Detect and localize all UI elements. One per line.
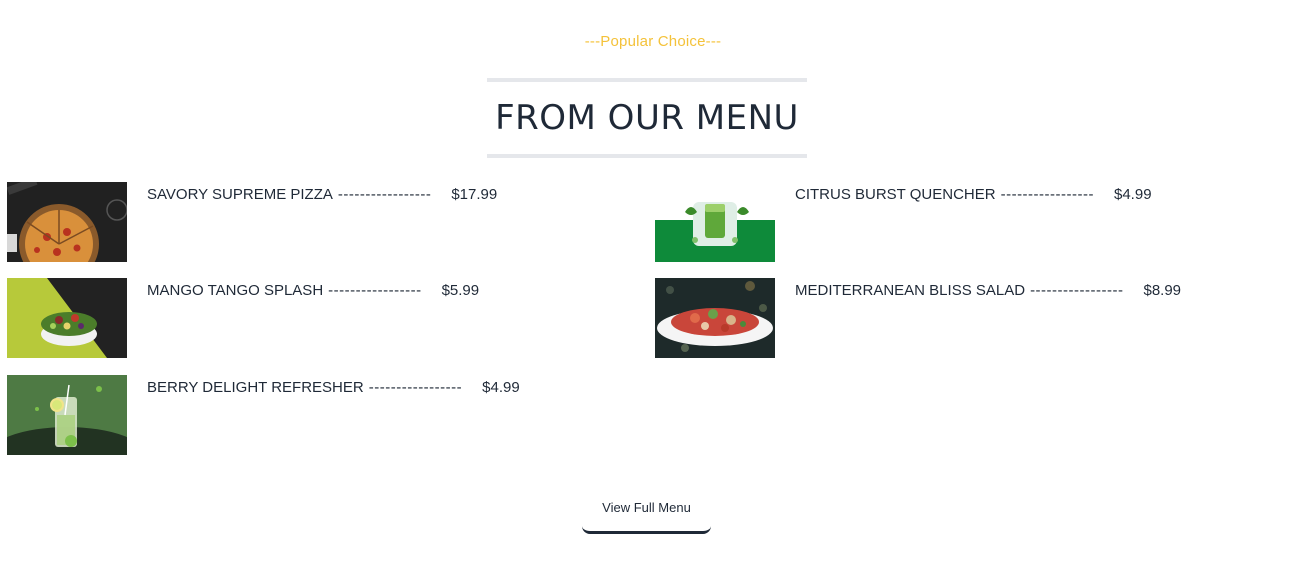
menu-item-name: CITRUS BURST QUENCHER	[795, 186, 996, 203]
menu-item-price: $5.99	[441, 282, 480, 299]
menu-item: MEDITERRANEAN BLISS SALAD --------------…	[655, 278, 1181, 358]
menu-item-name: SAVORY SUPREME PIZZA	[147, 186, 333, 203]
menu-item-price: $4.99	[482, 379, 520, 396]
menu-item-dashes: -----------------	[1030, 282, 1124, 299]
salad-plate-image	[655, 278, 775, 358]
menu-item-dashes: -----------------	[1000, 186, 1094, 203]
menu-item: MANGO TANGO SPLASH ----------------- $5.…	[7, 278, 479, 358]
menu-item: SAVORY SUPREME PIZZA ----------------- $…	[7, 182, 497, 262]
salad-bowl-image	[7, 278, 127, 358]
section-title-frame: FROM OUR MENU	[487, 78, 807, 158]
menu-item-price: $4.99	[1114, 186, 1152, 203]
menu-item-name: MANGO TANGO SPLASH	[147, 282, 324, 299]
menu-item-price: $17.99	[451, 186, 498, 203]
section-tagline: ---Popular Choice---	[584, 33, 722, 50]
menu-item-dashes: -----------------	[328, 282, 422, 299]
menu-item-dashes: -----------------	[337, 186, 432, 203]
menu-item-name: BERRY DELIGHT REFRESHER	[147, 379, 364, 396]
view-full-menu-button[interactable]: View Full Menu	[582, 490, 711, 534]
section-title: FROM OUR MENU	[495, 98, 799, 138]
menu-item-dashes: -----------------	[368, 379, 463, 396]
menu-item: BERRY DELIGHT REFRESHER ----------------…	[7, 375, 520, 455]
menu-item: CITRUS BURST QUENCHER ----------------- …	[655, 182, 1152, 262]
mojito-image	[7, 375, 127, 455]
pizza-image	[7, 182, 127, 262]
menu-item-name: MEDITERRANEAN BLISS SALAD	[795, 282, 1026, 299]
green-drink-image	[655, 182, 775, 262]
menu-item-price: $8.99	[1143, 282, 1182, 299]
menu-section: ---Popular Choice--- FROM OUR MENU SAVOR…	[0, 0, 1306, 564]
